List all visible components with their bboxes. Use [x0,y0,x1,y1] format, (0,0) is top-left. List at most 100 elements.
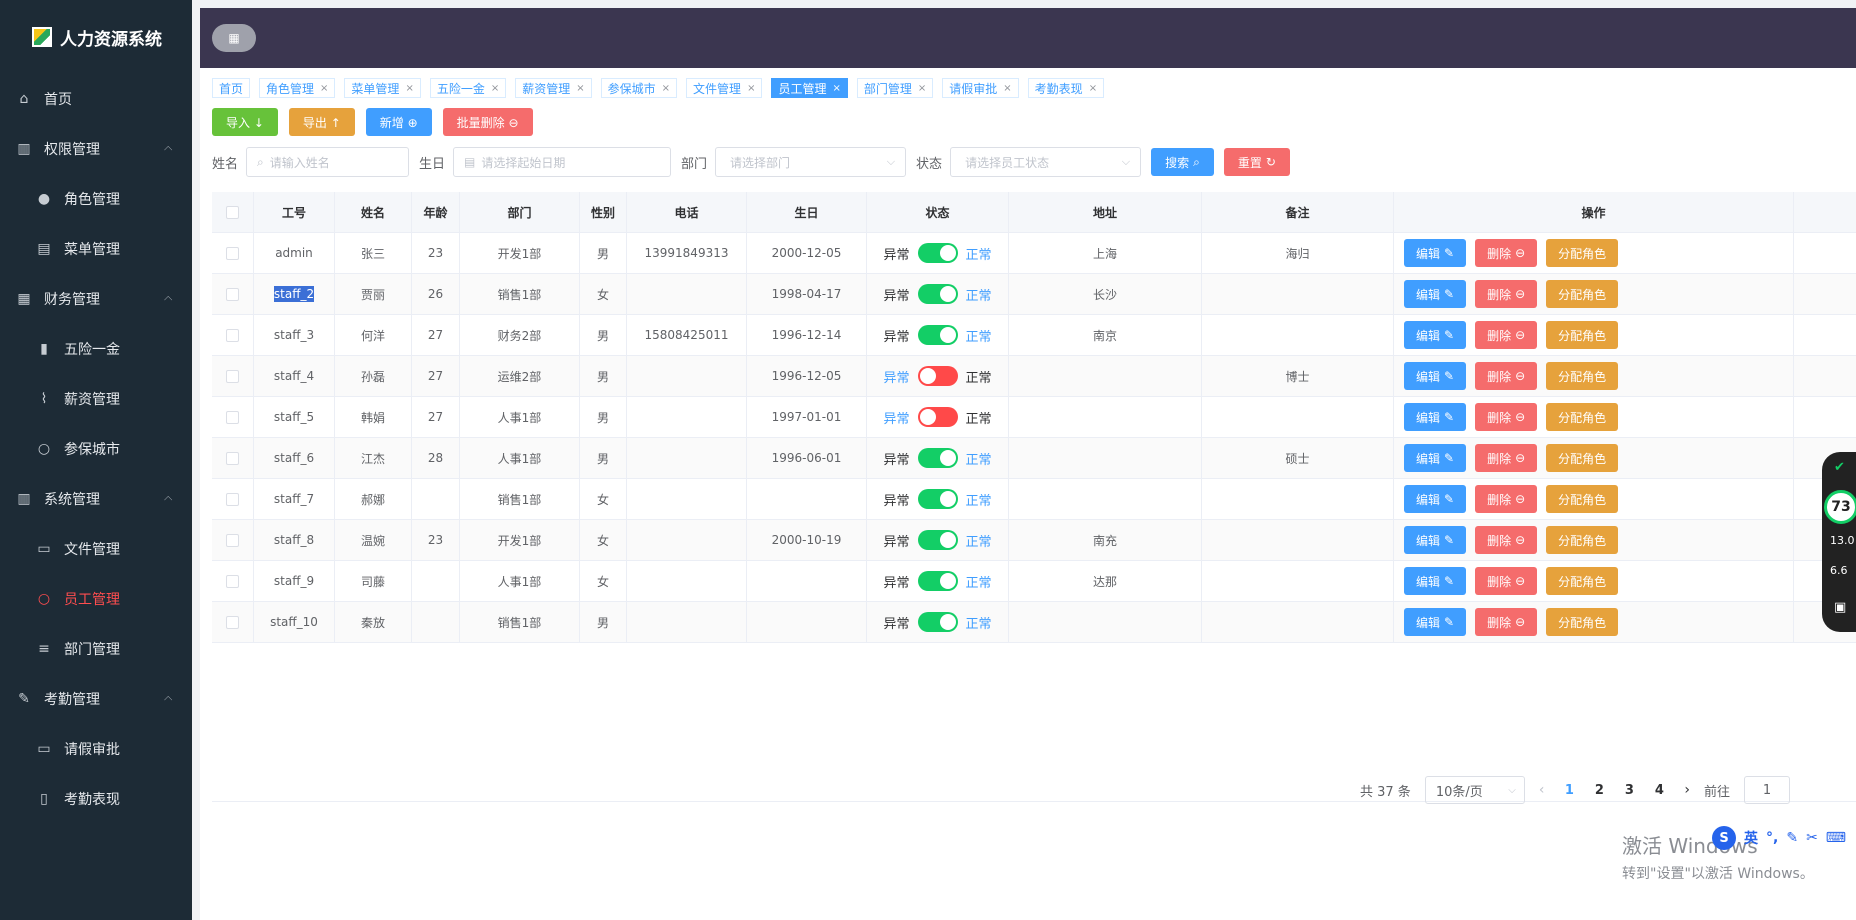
sidebar-item-12[interactable]: ✎ 考勤管理 ⌵ [0,674,192,724]
edit-button[interactable]: 编辑 ✎ [1404,567,1467,595]
row-checkbox[interactable] [226,574,239,588]
close-icon[interactable]: × [662,83,670,94]
sidebar-item-5[interactable]: ▮ 五险一金 [0,324,192,374]
tab-10[interactable]: 考勤表现 × [1027,78,1105,98]
sidebar-item-6[interactable]: ⌇ 薪资管理 [0,374,192,424]
page-number-button[interactable]: 4 [1648,783,1670,798]
status-toggle[interactable] [917,571,958,591]
sidebar-item-4[interactable]: ▦ 财务管理 ⌵ [0,274,192,324]
name-search-input[interactable]: ⌕ 请输入姓名 [246,147,410,177]
tab-2[interactable]: 菜单管理 × [344,78,421,98]
sidebar-item-0[interactable]: ⌂ 首页 [0,74,192,124]
tab-7[interactable]: 员工管理 × [771,78,848,98]
sidebar-item-1[interactable]: ▥ 权限管理 ⌵ [0,124,192,174]
status-select[interactable]: 请选择员工状态 ⌵ [950,147,1142,177]
prev-page-button[interactable]: ‹ [1539,782,1545,798]
edit-button[interactable]: 编辑 ✎ [1404,485,1467,513]
assign-role-button[interactable]: 分配角色 [1546,526,1619,554]
sidebar-item-9[interactable]: ▭ 文件管理 [0,524,192,574]
status-toggle[interactable] [917,448,958,468]
add-button[interactable]: 新增 ⊕ [365,108,432,136]
edit-button[interactable]: 编辑 ✎ [1404,321,1467,349]
assign-role-button[interactable]: 分配角色 [1546,280,1619,308]
delete-button[interactable]: 删除 ⊖ [1475,608,1538,636]
import-button[interactable]: 导入 ↓ [212,108,278,136]
assign-role-button[interactable]: 分配角色 [1546,485,1619,513]
system-monitor-widget[interactable]: ✔ 73 13.0 6.6 ▣ [1822,452,1856,632]
delete-button[interactable]: 删除 ⊖ [1475,403,1538,431]
assign-role-button[interactable]: 分配角色 [1546,608,1619,636]
tab-3[interactable]: 五险一金 × [429,78,507,98]
status-toggle[interactable] [917,243,958,263]
batch-delete-button[interactable]: 批量删除 ⊖ [442,108,533,136]
delete-button[interactable]: 删除 ⊖ [1475,239,1538,267]
dept-select[interactable]: 请选择部门 ⌵ [715,147,907,177]
edit-button[interactable]: 编辑 ✎ [1404,280,1467,308]
assign-role-button[interactable]: 分配角色 [1546,403,1619,431]
close-icon[interactable]: × [1003,83,1011,94]
assign-role-button[interactable]: 分配角色 [1546,567,1619,595]
close-icon[interactable]: × [832,83,840,94]
search-button[interactable]: 搜索 ⌕ [1151,148,1214,176]
close-icon[interactable]: × [1089,83,1097,94]
sidebar-item-3[interactable]: ▤ 菜单管理 [0,224,192,274]
sidebar-item-13[interactable]: ▭ 请假审批 [0,724,192,774]
close-icon[interactable]: × [918,83,926,94]
delete-button[interactable]: 删除 ⊖ [1475,567,1538,595]
delete-button[interactable]: 删除 ⊖ [1475,444,1538,472]
tab-4[interactable]: 薪资管理 × [515,78,592,98]
sidebar-item-14[interactable]: ▯ 考勤表现 [0,774,192,824]
tab-6[interactable]: 文件管理 × [686,78,763,98]
page-size-select[interactable]: 10条/页 ⌵ [1424,776,1525,804]
assign-role-button[interactable]: 分配角色 [1546,444,1619,472]
edit-button[interactable]: 编辑 ✎ [1404,526,1467,554]
row-checkbox[interactable] [226,492,239,506]
sidebar-item-8[interactable]: ▥ 系统管理 ⌵ [0,474,192,524]
ime-toolbar[interactable]: S 英 °, ✎ ✂ ⌨ [1712,826,1846,850]
next-page-button[interactable]: › [1684,782,1690,798]
goto-page-input[interactable]: 1 [1744,776,1791,804]
row-checkbox[interactable] [226,328,239,342]
status-toggle[interactable] [917,407,958,427]
select-all-checkbox[interactable] [226,205,239,219]
page-number-button[interactable]: 2 [1588,783,1610,798]
menu-toggle-button[interactable]: ▦ [212,24,256,52]
edit-button[interactable]: 编辑 ✎ [1404,239,1467,267]
row-checkbox[interactable] [226,410,239,424]
row-checkbox[interactable] [226,369,239,383]
page-number-button[interactable]: 1 [1558,783,1580,798]
assign-role-button[interactable]: 分配角色 [1546,239,1619,267]
sidebar-item-2[interactable]: ● 角色管理 [0,174,192,224]
row-checkbox[interactable] [226,246,239,260]
close-icon[interactable]: × [576,83,584,94]
close-icon[interactable]: × [747,83,755,94]
edit-button[interactable]: 编辑 ✎ [1404,362,1467,390]
assign-role-button[interactable]: 分配角色 [1546,362,1619,390]
edit-button[interactable]: 编辑 ✎ [1404,403,1467,431]
birthday-date-picker[interactable]: ▤ 请选择起始日期 [453,147,672,177]
tab-5[interactable]: 参保城市 × [600,78,678,98]
row-checkbox[interactable] [226,615,239,629]
delete-button[interactable]: 删除 ⊖ [1475,526,1538,554]
tab-1[interactable]: 角色管理 × [259,78,336,98]
status-toggle[interactable] [917,612,958,632]
delete-button[interactable]: 删除 ⊖ [1475,362,1538,390]
row-checkbox[interactable] [226,533,239,547]
tab-8[interactable]: 部门管理 × [856,78,934,98]
row-checkbox[interactable] [226,451,239,465]
status-toggle[interactable] [917,530,958,550]
sidebar-item-11[interactable]: ≡ 部门管理 [0,624,192,674]
close-icon[interactable]: × [405,83,413,94]
assign-role-button[interactable]: 分配角色 [1546,321,1619,349]
page-number-button[interactable]: 3 [1618,783,1640,798]
reset-button[interactable]: 重置 ↻ [1223,148,1290,176]
close-icon[interactable]: × [320,83,328,94]
status-toggle[interactable] [917,489,958,509]
tab-0[interactable]: 首页 [212,78,251,98]
tab-9[interactable]: 请假审批 × [942,78,1019,98]
sidebar-item-10[interactable]: ○ 员工管理 [0,574,192,624]
close-icon[interactable]: × [491,83,499,94]
delete-button[interactable]: 删除 ⊖ [1475,280,1538,308]
status-toggle[interactable] [917,366,958,386]
sidebar-item-7[interactable]: ○ 参保城市 [0,424,192,474]
